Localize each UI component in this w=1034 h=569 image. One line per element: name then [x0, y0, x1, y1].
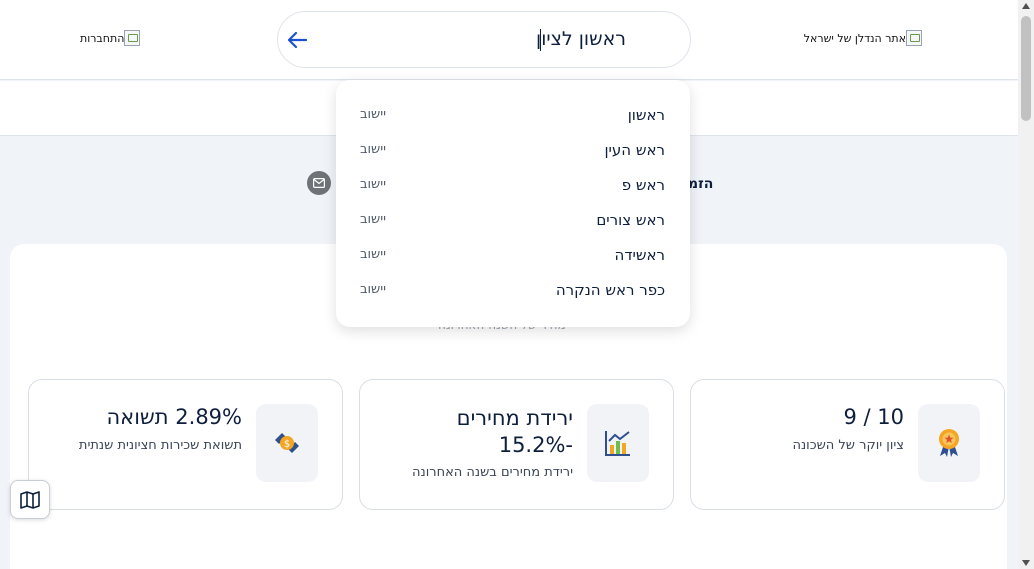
suggestion-item[interactable]: כפר ראש הנקרה יישוב [336, 273, 690, 308]
bar-chart-trend-icon [605, 431, 630, 456]
arrow-left-icon[interactable] [284, 27, 310, 53]
section-title: הזמ [688, 176, 714, 192]
scroll-thumb[interactable] [1021, 16, 1031, 121]
login-link[interactable]: התחברות [80, 30, 141, 46]
suggestion-item[interactable]: ראש העין יישוב [336, 133, 690, 168]
login-alt-text: התחברות [80, 31, 125, 45]
suggestion-item[interactable]: ראשידה יישוב [336, 238, 690, 273]
suggestion-type: יישוב [360, 282, 387, 297]
mail-button[interactable] [307, 171, 331, 195]
award-ribbon-icon [939, 429, 959, 457]
scroll-up-arrow-icon[interactable] [1022, 3, 1030, 9]
suggestion-name: ראש העין [604, 141, 665, 159]
stat-icon-tile [918, 404, 980, 482]
suggestion-name: ראשון [627, 106, 665, 124]
stat-card-cost-score: 10 / 9 ציון יוקר של השכונה [690, 379, 1005, 510]
search-input[interactable]: ראשון לציון [536, 28, 626, 50]
suggestion-type: יישוב [360, 107, 387, 122]
logo-alt-text: אתר הנדלן של ישראל [803, 31, 906, 45]
search-box[interactable]: ראשון לציון [277, 11, 691, 68]
scroll-down-arrow-icon[interactable] [1022, 560, 1030, 566]
suggestion-item[interactable]: ראש צורים יישוב [336, 203, 690, 238]
suggestion-type: יישוב [360, 177, 387, 192]
suggestion-type: יישוב [360, 247, 387, 262]
money-exchange-icon: $ [275, 433, 299, 453]
stat-label: תשואת שכירות חציונית שנתית [78, 438, 242, 453]
stat-value: 10 / 9 [843, 405, 904, 429]
stat-label: ירידת מחירים בשנה האחרונה [412, 465, 573, 480]
stat-value: ירידת מחירים -15.2% [456, 406, 573, 457]
stat-label: ציון יוקר של השכונה [792, 438, 904, 453]
stat-icon-tile: $ [256, 404, 318, 482]
search-suggestions-dropdown: ראשון יישוב ראש העין יישוב ראש פ יישוב ר… [336, 80, 690, 327]
map-icon [20, 490, 40, 509]
page-scrollbar[interactable] [1018, 0, 1034, 569]
site-logo[interactable]: אתר הנדלן של ישראל [804, 30, 922, 46]
suggestion-name: ראש צורים [596, 211, 665, 229]
map-toggle-button[interactable] [10, 480, 50, 519]
suggestion-name: כפר ראש הנקרה [555, 281, 665, 299]
suggestion-type: יישוב [360, 142, 387, 157]
svg-text:$: $ [284, 439, 290, 450]
suggestion-item[interactable]: ראשון יישוב [336, 98, 690, 133]
stat-icon-tile [587, 404, 649, 482]
suggestion-name: ראש פ [621, 176, 665, 194]
login-image-icon [124, 30, 141, 46]
suggestion-name: ראשידה [614, 246, 665, 264]
stat-value: 2.89% תשואה [106, 405, 242, 429]
envelope-icon [313, 178, 325, 188]
stat-card-rental-yield: $ 2.89% תשואה תשואת שכירות חציונית שנתית [28, 379, 343, 510]
suggestion-item[interactable]: ראש פ יישוב [336, 168, 690, 203]
logo-image-icon [906, 30, 922, 46]
suggestion-type: יישוב [360, 212, 387, 227]
stat-card-price-drop: ירידת מחירים -15.2% ירידת מחירים בשנה הא… [359, 379, 674, 510]
top-header: התחברות ראשון לציון אתר הנדלן של ישראל [0, 0, 1018, 80]
